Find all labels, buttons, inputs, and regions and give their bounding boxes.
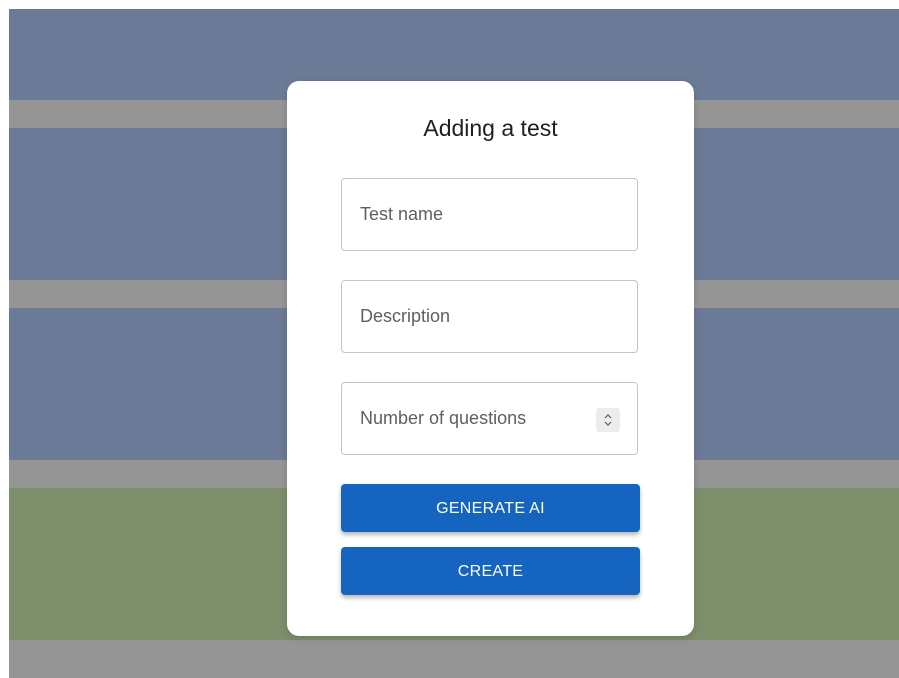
description-field[interactable] — [341, 280, 638, 353]
up-down-chevron-icon[interactable] — [596, 408, 620, 432]
test-name-input[interactable] — [342, 179, 637, 250]
dialog-title: Adding a test — [423, 115, 558, 141]
create-button[interactable]: CREATE — [341, 547, 640, 595]
generate-ai-button[interactable]: GENERATE AI — [341, 484, 640, 532]
add-test-dialog: Adding a test GENERATE AI CREATE — [287, 81, 694, 636]
test-name-field[interactable] — [341, 178, 638, 251]
number-of-questions-field[interactable] — [341, 382, 638, 455]
number-of-questions-input[interactable] — [342, 383, 637, 454]
description-input[interactable] — [342, 281, 637, 352]
